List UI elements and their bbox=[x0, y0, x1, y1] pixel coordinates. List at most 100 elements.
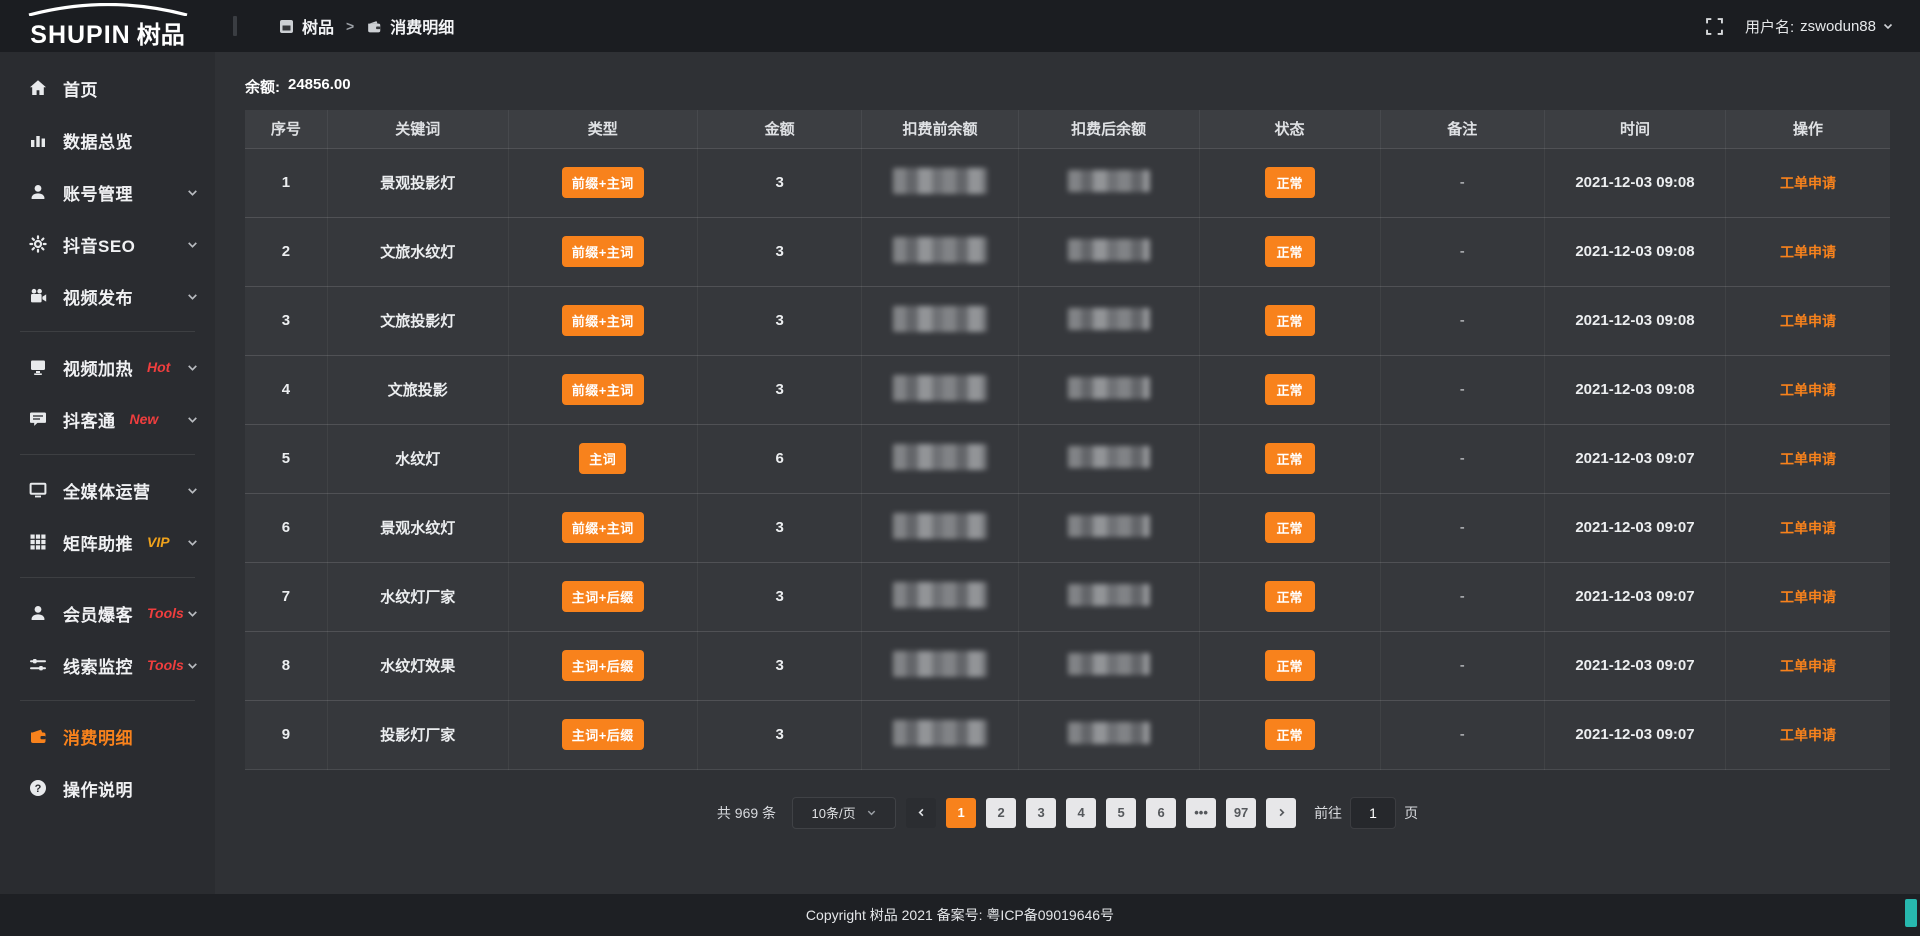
masked-value bbox=[893, 582, 987, 608]
question-icon: ? bbox=[28, 779, 48, 797]
side-widget[interactable] bbox=[1905, 899, 1917, 927]
work-order-link[interactable]: 工单申请 bbox=[1780, 244, 1836, 260]
goto-page-input[interactable] bbox=[1350, 797, 1396, 829]
type-badge: 前缀+主词 bbox=[562, 512, 644, 543]
cell-serial: 8 bbox=[245, 631, 327, 700]
cell-balance-before bbox=[862, 355, 1018, 424]
fullscreen-icon[interactable] bbox=[1706, 18, 1723, 35]
cell-time: 2021-12-03 09:07 bbox=[1545, 424, 1726, 493]
chevron-down-icon bbox=[186, 659, 199, 672]
page-button-6[interactable]: 6 bbox=[1146, 798, 1176, 828]
gear-icon bbox=[28, 235, 48, 253]
cell-status: 正常 bbox=[1199, 493, 1380, 562]
prev-page-button[interactable] bbox=[906, 798, 936, 828]
page-button-3[interactable]: 3 bbox=[1026, 798, 1056, 828]
table-row: 2 文旅水纹灯 前缀+主词 3 正常 - 2021-12-03 09:08 工单… bbox=[245, 217, 1890, 286]
cell-remark: - bbox=[1380, 493, 1545, 562]
cell-status: 正常 bbox=[1199, 217, 1380, 286]
work-order-link[interactable]: 工单申请 bbox=[1780, 451, 1836, 467]
status-badge: 正常 bbox=[1265, 305, 1315, 336]
type-badge: 主词 bbox=[579, 443, 626, 474]
cell-keyword: 文旅投影灯 bbox=[327, 286, 508, 355]
wallet-icon bbox=[366, 19, 382, 34]
sidebar-item-account[interactable]: 账号管理 bbox=[0, 166, 215, 218]
wallet-icon bbox=[28, 727, 48, 745]
sidebar-item-video-heat[interactable]: 视频加热 Hot bbox=[0, 341, 215, 393]
consumption-table: 序号 关键词 类型 金额 扣费前余额 扣费后余额 状态 备注 时间 操作 bbox=[245, 110, 1890, 770]
cell-type: 主词+后缀 bbox=[508, 700, 697, 769]
masked-value bbox=[1068, 722, 1150, 744]
breadcrumb-current[interactable]: 消费明细 bbox=[366, 14, 454, 38]
cell-serial: 5 bbox=[245, 424, 327, 493]
masked-value bbox=[893, 651, 987, 677]
cell-keyword: 投影灯厂家 bbox=[327, 700, 508, 769]
monitor-icon bbox=[28, 481, 48, 499]
logo-text-cn: 树品 bbox=[137, 15, 185, 50]
sidebar-divider bbox=[20, 454, 195, 455]
next-page-button[interactable] bbox=[1266, 798, 1296, 828]
pagination: 共 969 条 10条/页 1 2 3 4 5 6 ••• 97 bbox=[245, 797, 1890, 829]
cell-action: 工单申请 bbox=[1725, 493, 1890, 562]
cell-balance-before bbox=[862, 631, 1018, 700]
sidebar-item-member-burst[interactable]: 会员爆客 Tools bbox=[0, 587, 215, 639]
page-button-4[interactable]: 4 bbox=[1066, 798, 1096, 828]
cell-remark: - bbox=[1380, 217, 1545, 286]
sidebar-item-douyin-seo[interactable]: 抖音SEO bbox=[0, 218, 215, 270]
work-order-link[interactable]: 工单申请 bbox=[1780, 658, 1836, 674]
work-order-link[interactable]: 工单申请 bbox=[1780, 382, 1836, 398]
masked-value bbox=[1068, 446, 1150, 468]
cell-balance-before bbox=[862, 286, 1018, 355]
page-button-1[interactable]: 1 bbox=[946, 798, 976, 828]
status-badge: 正常 bbox=[1265, 581, 1315, 612]
cell-balance-before bbox=[862, 217, 1018, 286]
cell-amount: 3 bbox=[697, 562, 862, 631]
cell-amount: 3 bbox=[697, 493, 862, 562]
sidebar-item-douketong[interactable]: 抖客通 New bbox=[0, 393, 215, 445]
page-size-select[interactable]: 10条/页 bbox=[792, 797, 896, 829]
work-order-link[interactable]: 工单申请 bbox=[1780, 727, 1836, 743]
cell-amount: 3 bbox=[697, 217, 862, 286]
sidebar: 首页 数据总览 账号管理 抖音 bbox=[0, 52, 215, 894]
sidebar-item-video-publish[interactable]: 视频发布 bbox=[0, 270, 215, 322]
screen-cast-icon bbox=[28, 358, 48, 376]
cell-keyword: 水纹灯厂家 bbox=[327, 562, 508, 631]
page-button-97[interactable]: 97 bbox=[1226, 798, 1256, 828]
table-row: 4 文旅投影 前缀+主词 3 正常 - 2021-12-03 09:08 工单申… bbox=[245, 355, 1890, 424]
sidebar-item-instructions[interactable]: ? 操作说明 bbox=[0, 762, 215, 814]
vip-tag: VIP bbox=[147, 534, 170, 550]
table-row: 6 景观水纹灯 前缀+主词 3 正常 - 2021-12-03 09:07 工单… bbox=[245, 493, 1890, 562]
copyright-text: Copyright 树品 2021 备案号: 粤ICP备09019646号 bbox=[806, 905, 1114, 925]
chat-bubble-icon bbox=[28, 410, 48, 428]
page-button-5[interactable]: 5 bbox=[1106, 798, 1136, 828]
sidebar-item-consumption-detail[interactable]: 消费明细 bbox=[0, 710, 215, 762]
cell-action: 工单申请 bbox=[1725, 631, 1890, 700]
cell-keyword: 文旅投影 bbox=[327, 355, 508, 424]
sidebar-item-data-overview[interactable]: 数据总览 bbox=[0, 114, 215, 166]
masked-value bbox=[893, 168, 987, 194]
work-order-link[interactable]: 工单申请 bbox=[1780, 520, 1836, 536]
masked-value bbox=[893, 306, 987, 332]
cell-type: 主词 bbox=[508, 424, 697, 493]
cell-remark: - bbox=[1380, 562, 1545, 631]
sidebar-item-home[interactable]: 首页 bbox=[0, 62, 215, 114]
sidebar-item-matrix-boost[interactable]: 矩阵助推 VIP bbox=[0, 516, 215, 568]
page-button-2[interactable]: 2 bbox=[986, 798, 1016, 828]
breadcrumb-home[interactable]: 树品 bbox=[279, 14, 334, 38]
sidebar-toggle-icon[interactable] bbox=[233, 16, 237, 36]
main-content: 余额: 24856.00 序号 关键词 类型 金额 扣费前余额 扣费 bbox=[215, 52, 1920, 894]
more-pages-button[interactable]: ••• bbox=[1186, 798, 1216, 828]
work-order-link[interactable]: 工单申请 bbox=[1780, 313, 1836, 329]
tools-tag: Tools bbox=[147, 657, 184, 673]
cell-balance-before bbox=[862, 700, 1018, 769]
work-order-link[interactable]: 工单申请 bbox=[1780, 589, 1836, 605]
sidebar-item-media-operation[interactable]: 全媒体运营 bbox=[0, 464, 215, 516]
sidebar-divider bbox=[20, 577, 195, 578]
goto-label: 前往 bbox=[1314, 803, 1342, 823]
cell-action: 工单申请 bbox=[1725, 562, 1890, 631]
table-row: 9 投影灯厂家 主词+后缀 3 正常 - 2021-12-03 09:07 工单… bbox=[245, 700, 1890, 769]
work-order-link[interactable]: 工单申请 bbox=[1780, 175, 1836, 191]
status-badge: 正常 bbox=[1265, 719, 1315, 750]
sidebar-item-lead-monitor[interactable]: 线索监控 Tools bbox=[0, 639, 215, 691]
chevron-down-icon bbox=[186, 536, 199, 549]
user-menu[interactable]: 用户名: zswodun88 bbox=[1745, 16, 1894, 37]
